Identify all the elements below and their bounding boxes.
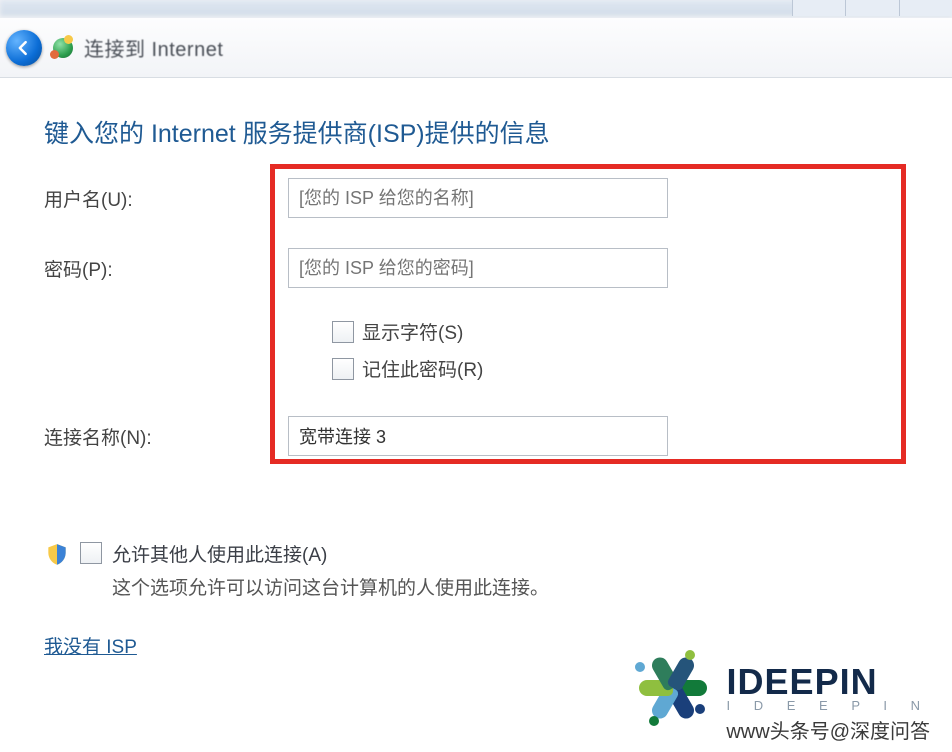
- watermark-attribution: www头条号@深度问答: [726, 715, 930, 744]
- show-characters-label: 显示字符(S): [362, 318, 463, 345]
- no-isp-link[interactable]: 我没有 ISP: [44, 632, 137, 659]
- allow-others-label: 允许其他人使用此连接(A): [112, 540, 549, 567]
- network-globe-icon: [50, 35, 76, 61]
- password-input[interactable]: [288, 248, 668, 288]
- allow-others-checkbox[interactable]: [80, 542, 102, 564]
- window-title: 连接到 Internet: [84, 33, 223, 62]
- page-heading: 键入您的 Internet 服务提供商(ISP)提供的信息: [44, 114, 908, 150]
- remember-password-checkbox[interactable]: [332, 358, 354, 380]
- row-connection-name: 连接名称(N):: [44, 416, 908, 456]
- pinwheel-icon: [629, 644, 717, 732]
- username-input[interactable]: [288, 178, 668, 218]
- row-password: 密码(P):: [44, 248, 908, 288]
- window-buttons-blurred: [792, 0, 952, 16]
- arrow-left-icon: [14, 38, 34, 58]
- watermark-logo-subtext: I D E E P I N: [727, 699, 930, 713]
- username-label: 用户名(U):: [44, 185, 288, 212]
- remember-password-label: 记住此密码(R): [362, 355, 483, 382]
- show-characters-checkbox[interactable]: [332, 321, 354, 343]
- connection-name-label: 连接名称(N):: [44, 423, 288, 450]
- row-username: 用户名(U):: [44, 178, 908, 218]
- watermark-logo-text: IDEEPIN: [727, 663, 930, 701]
- row-remember-password: 记住此密码(R): [332, 355, 908, 382]
- password-label: 密码(P):: [44, 255, 288, 282]
- allow-others-description: 这个选项允许可以访问这台计算机的人使用此连接。: [112, 573, 549, 600]
- wizard-titlebar: 连接到 Internet: [0, 18, 952, 78]
- shield-icon: [44, 542, 70, 568]
- connection-name-input[interactable]: [288, 416, 668, 456]
- row-allow-others: 允许其他人使用此连接(A) 这个选项允许可以访问这台计算机的人使用此连接。: [44, 540, 908, 600]
- allow-others-text: 允许其他人使用此连接(A) 这个选项允许可以访问这台计算机的人使用此连接。: [112, 540, 549, 600]
- back-button[interactable]: [6, 30, 42, 66]
- row-show-characters: 显示字符(S): [332, 318, 908, 345]
